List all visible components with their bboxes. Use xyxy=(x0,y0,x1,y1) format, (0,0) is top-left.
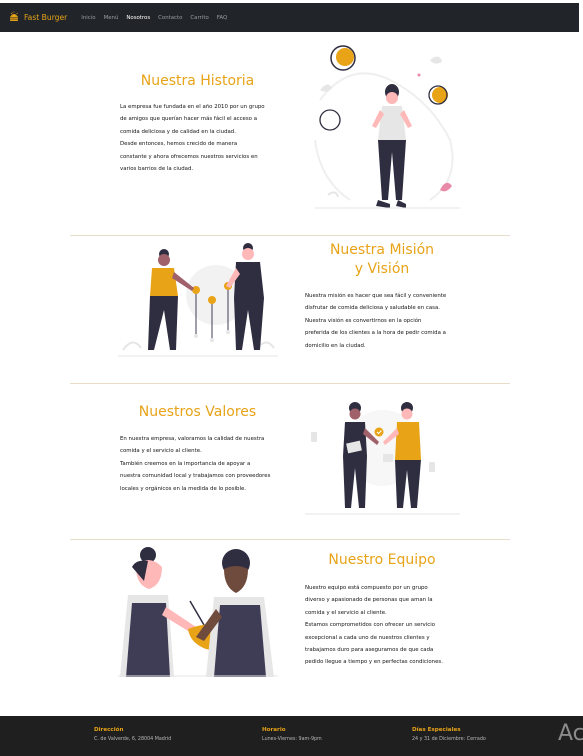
nav-link-contacto[interactable]: Contacto xyxy=(158,15,182,21)
equipo-line: Estamos comprometidos con ofrecer un ser… xyxy=(305,622,436,629)
mision-title-line1: Nuestra Misión xyxy=(329,242,435,258)
equipo-line: diverso y apasionado de personas que ama… xyxy=(305,597,433,604)
historia-line: comida deliciosa y de calidad en la ciud… xyxy=(120,128,236,135)
valores-text: En nuestra empresa, valoramos la calidad… xyxy=(120,433,270,495)
team-cooking-illustration xyxy=(118,547,278,677)
footer-dias-value: 24 y 31 de Diciembre: Cerrado xyxy=(412,737,486,742)
divider xyxy=(70,383,510,384)
footer-direccion-label: Dirección xyxy=(94,727,124,733)
valores-line: En nuestra empresa, valoramos la calidad… xyxy=(120,436,265,442)
historia-line: constante y ahora ofrecemos nuestros ser… xyxy=(120,153,258,160)
footer: Dirección C. de Valverde, 6, 28004 Madri… xyxy=(0,716,583,756)
people-checklist-illustration xyxy=(118,243,278,357)
valores-line: locales y orgánicos en la medida de lo p… xyxy=(120,485,246,492)
mision-line: domicilio en la ciudad. xyxy=(305,342,366,349)
footer-horario-value: Lunes-Viernes: 9am-9pm xyxy=(262,737,322,742)
equipo-line: Nuestro equipo está compuesto por un gru… xyxy=(305,585,428,591)
woman-juggling-illustration xyxy=(314,45,460,209)
mision-line: disfrutar de comida deliciosa y saludabl… xyxy=(305,305,440,312)
mision-title-line2: y Visión xyxy=(354,261,410,277)
nav-link-carrito[interactable]: Carrito xyxy=(190,15,208,21)
equipo-text: Nuestro equipo está compuesto por un gru… xyxy=(305,582,443,669)
nav-link-faq[interactable]: FAQ xyxy=(217,15,227,21)
valores-line: También creemos en la importancia de apo… xyxy=(120,460,251,467)
burger-logo-icon xyxy=(8,8,20,27)
historia-title: Nuestra Historia xyxy=(140,73,255,89)
mision-text: Nuestra misión es hacer que sea fácil y … xyxy=(305,290,446,352)
footer-direccion: Dirección C. de Valverde, 6, 28004 Madri… xyxy=(94,727,171,742)
activation-watermark: Ac xyxy=(558,721,583,746)
navbar: Fast Burger Inicio Menú Nosotros Contact… xyxy=(0,3,579,32)
equipo-line: pedido llegue a tiempo y en perfectas co… xyxy=(305,659,443,666)
footer-dias-label: Días Especiales xyxy=(412,727,461,733)
divider xyxy=(70,539,510,540)
historia-line: de amigos que querían hacer más fácil el… xyxy=(120,116,257,123)
footer-dias: Días Especiales 24 y 31 de Diciembre: Ce… xyxy=(412,727,486,742)
footer-horario: Horario Lunes-Viernes: 9am-9pm xyxy=(262,727,322,742)
brand[interactable]: Fast Burger xyxy=(8,8,67,27)
mision-line: Nuestra misión es hacer que sea fácil y … xyxy=(305,293,447,299)
footer-direccion-value: C. de Valverde, 6, 28004 Madrid xyxy=(94,737,172,742)
equipo-line: excepcional a cada uno de nuestros clien… xyxy=(305,634,430,641)
historia-line: Desde entonces, hemos crecido de manera xyxy=(120,141,238,148)
valores-line: comida y el servicio al cliente. xyxy=(120,448,202,455)
equipo-line: trabajamos duro para aseguramos de que c… xyxy=(305,647,434,654)
nav-link-nosotros[interactable]: Nosotros xyxy=(126,15,150,21)
valores-line: nuestra comunidad local y trabajamos con… xyxy=(120,473,271,480)
nav-links: Inicio Menú Nosotros Contacto Carrito FA… xyxy=(81,15,235,21)
mision-line: preferida de los clientes a la hora de p… xyxy=(305,330,446,337)
nav-link-inicio[interactable]: Inicio xyxy=(81,15,95,21)
divider xyxy=(70,235,510,236)
footer-horario-label: Horario xyxy=(262,727,286,733)
nav-link-menu[interactable]: Menú xyxy=(104,15,119,21)
historia-line: La empresa fue fundada en el año 2010 po… xyxy=(120,104,265,110)
equipo-line: comida y el servicio al cliente. xyxy=(305,609,387,616)
mision-line: Nuestra visión es convertirnos en la opc… xyxy=(305,317,422,324)
valores-title: Nuestros Valores xyxy=(138,404,257,420)
historia-line: varios barrios de la ciudad. xyxy=(120,166,194,173)
brand-name: Fast Burger xyxy=(24,13,68,22)
equipo-title: Nuestro Equipo xyxy=(328,552,436,568)
handshake-illustration xyxy=(305,402,460,515)
historia-text: La empresa fue fundada en el año 2010 po… xyxy=(120,101,265,175)
